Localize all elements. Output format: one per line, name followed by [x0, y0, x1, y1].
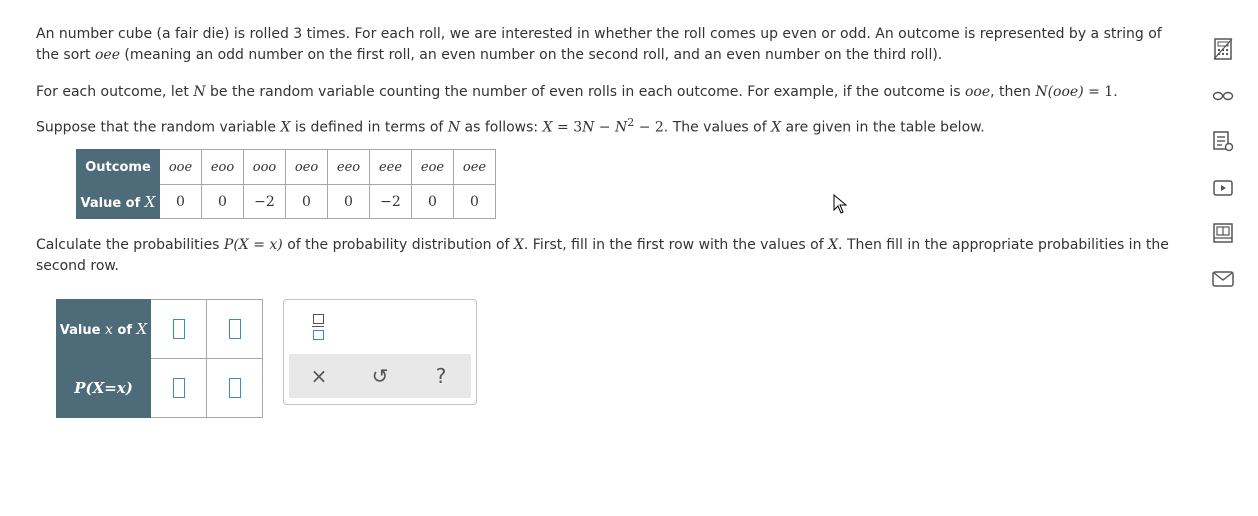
problem-variable-x: Suppose that the random variable X is de…: [36, 116, 985, 136]
outcome-cell: ooe: [159, 149, 202, 185]
x-value-input-1[interactable]: [150, 299, 207, 359]
input-placeholder[interactable]: [228, 319, 241, 339]
x-value-cell: −2: [369, 184, 412, 219]
outcome-cell: eoe: [411, 149, 454, 185]
x-value-cell: −2: [243, 184, 286, 219]
outcome-cell: oee: [453, 149, 496, 185]
textbook-icon[interactable]: [1206, 216, 1240, 250]
input-placeholder[interactable]: [228, 378, 241, 398]
x-value-cell: 0: [411, 184, 454, 219]
value-of-x-header: Value of X: [76, 184, 160, 219]
x-value-cell: 0: [285, 184, 328, 219]
toolbox-action-bar: × ↺ ?: [289, 354, 471, 398]
x-value-cell: 0: [159, 184, 202, 219]
probability-input-1[interactable]: [150, 358, 207, 418]
answer-table: Value x of X P(X=x): [56, 299, 263, 418]
input-placeholder[interactable]: [172, 319, 185, 339]
problem-intro: An number cube (a fair die) is rolled 3 …: [36, 26, 1162, 63]
fraction-icon[interactable]: [312, 314, 324, 340]
outcome-cell: oeo: [285, 149, 328, 185]
outcome-cell: ooo: [243, 149, 286, 185]
outcome-cell: eeo: [327, 149, 370, 185]
help-button[interactable]: ?: [421, 354, 461, 398]
x-value-cell: 0: [201, 184, 244, 219]
input-placeholder[interactable]: [172, 378, 185, 398]
message-icon[interactable]: [1206, 262, 1240, 296]
outcome-table: Outcome ooe eoo ooo oeo eeo eee eoe oee …: [76, 149, 496, 219]
x-value-cell: 0: [327, 184, 370, 219]
probability-input-2[interactable]: [206, 358, 263, 418]
x-value-input-2[interactable]: [206, 299, 263, 359]
probability-header: P(X=x): [56, 358, 151, 418]
calculator-icon[interactable]: [1206, 32, 1240, 66]
mouse-cursor-icon: [833, 194, 848, 214]
value-x-of-x-header: Value x of X: [56, 299, 151, 359]
infinity-icon[interactable]: [1206, 79, 1240, 113]
clear-button[interactable]: ×: [299, 354, 339, 398]
notes-icon[interactable]: [1206, 124, 1240, 158]
undo-button[interactable]: ↺: [360, 354, 400, 398]
answer-toolbox: × ↺ ?: [283, 299, 477, 405]
x-value-cell: 0: [453, 184, 496, 219]
problem-instructions: Calculate the probabilities P(X = x) of …: [36, 237, 1169, 274]
problem-variable-n: For each outcome, let N be the random va…: [36, 84, 1118, 100]
video-icon[interactable]: [1206, 171, 1240, 205]
outcome-cell: eoo: [201, 149, 244, 185]
outcome-cell: eee: [369, 149, 412, 185]
outcome-header: Outcome: [76, 149, 160, 185]
